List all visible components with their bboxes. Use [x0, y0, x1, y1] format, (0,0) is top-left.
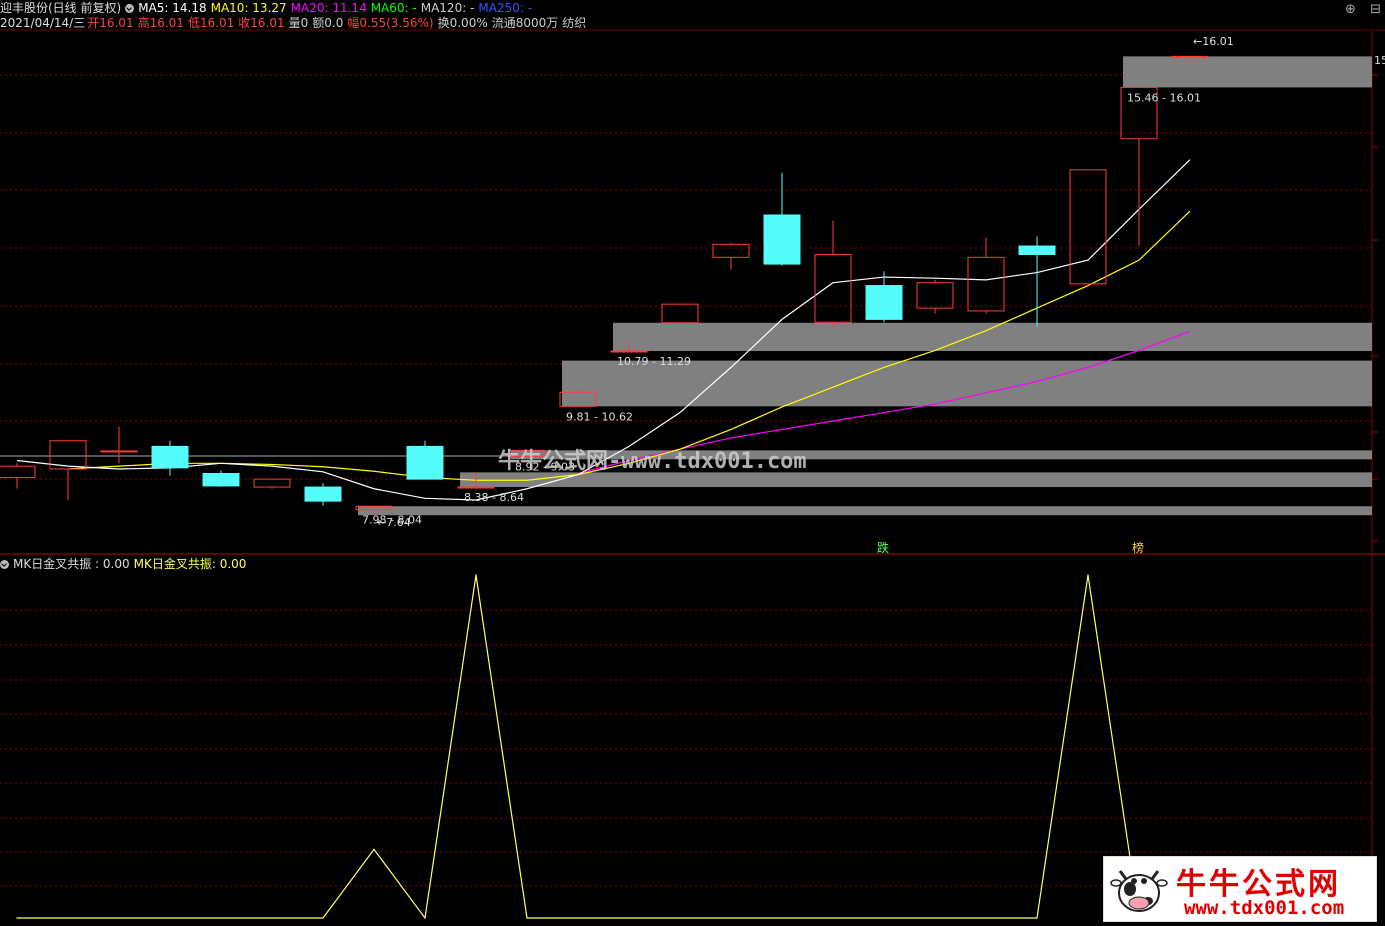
indicator-point [373, 848, 375, 851]
candle-body [916, 282, 954, 309]
support-zone [460, 472, 1372, 488]
indicator-point [577, 917, 579, 919]
candle-body [661, 303, 699, 324]
indicator-point [424, 917, 426, 919]
zone-label: 10.79 - 11.29 [617, 355, 691, 368]
watermark: 牛牛公式网-www.tdx001.com [498, 448, 807, 474]
event-label: 跌 [877, 540, 889, 555]
indicator-point [118, 917, 120, 919]
candlestick-chart[interactable]: 157.98 - 8.048.38 - 8.648.92 - 9.039.81 … [0, 0, 1385, 926]
indicator-point [730, 917, 732, 919]
candle-body [406, 445, 444, 480]
indicator-point [16, 917, 18, 919]
indicator-point [1036, 917, 1038, 919]
indicator-point [832, 917, 834, 919]
logo-url: www.tdx001.com [1184, 897, 1345, 919]
candle-body [0, 465, 36, 478]
candle-body [967, 256, 1005, 312]
candle-body [202, 472, 240, 487]
zone-label: 8.38 - 8.64 [464, 491, 524, 504]
right-axis-label: 15 [1374, 54, 1385, 67]
cow-mascot-icon [1110, 870, 1168, 912]
indicator-point [271, 917, 273, 919]
indicator-point [934, 917, 936, 919]
price-mark: ←16.01 [1193, 35, 1234, 48]
support-zone [613, 322, 1372, 352]
indicator-point [883, 917, 885, 919]
indicator-point [985, 917, 987, 919]
candle-body [457, 486, 495, 489]
indicator-point [679, 917, 681, 919]
candle-body [1069, 169, 1107, 285]
indicator-point [322, 917, 324, 919]
indicator-point [169, 917, 171, 919]
candle-body [253, 478, 291, 488]
candle-body [712, 243, 750, 258]
candle-body [100, 450, 138, 453]
zone-label: 15.46 - 16.01 [1127, 91, 1201, 104]
indicator-point [628, 917, 630, 919]
price-mark: ←7.64 [377, 516, 411, 529]
indicator-point [526, 917, 528, 919]
candle-body [151, 445, 189, 469]
candle-body [304, 486, 342, 502]
candle-body [610, 350, 648, 353]
indicator-point [475, 574, 477, 576]
zone-label: 9.81 - 10.62 [566, 410, 633, 423]
indicator-point [220, 917, 222, 919]
candle-body [1018, 245, 1056, 255]
candle-body [763, 214, 801, 265]
event-label: 榜 [1132, 540, 1144, 555]
candle-body [865, 285, 903, 320]
indicator-line [17, 574, 1190, 920]
site-logo: 牛牛公式网 www.tdx001.com [1103, 856, 1377, 922]
indicator-point [67, 917, 69, 919]
candle-body [814, 253, 852, 323]
indicator-point [781, 917, 783, 919]
indicator-point [1087, 574, 1089, 576]
support-zone [358, 506, 1372, 516]
support-zone [1123, 56, 1372, 88]
candle-body [1171, 55, 1209, 58]
